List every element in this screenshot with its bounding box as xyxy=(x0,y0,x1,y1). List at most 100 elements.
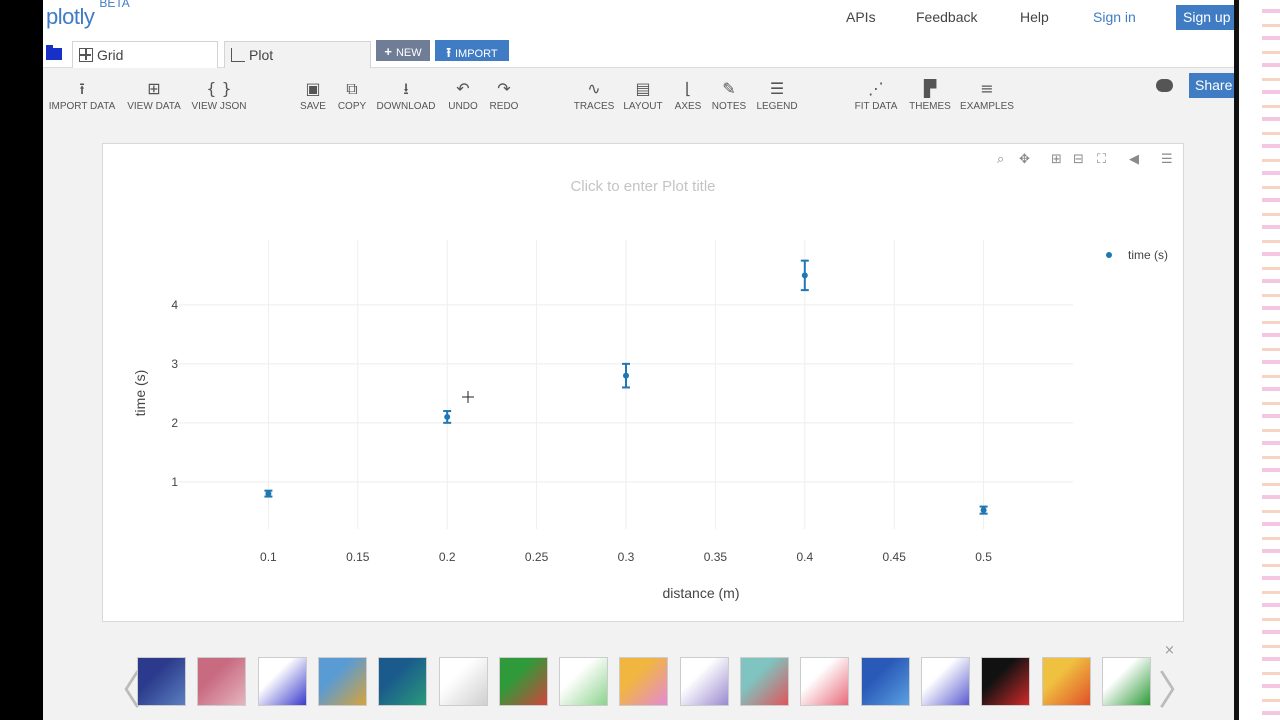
example-thumbnail-area-chart[interactable] xyxy=(137,657,186,706)
undo-button[interactable]: ↶ UNDO xyxy=(448,79,477,113)
sign-up-button[interactable]: Sign up xyxy=(1176,5,1234,30)
copy-icon: ⧉ xyxy=(346,79,358,98)
examples-icon: ≡ xyxy=(980,79,994,98)
download-icon: ⭳ xyxy=(403,79,409,98)
upload-icon: ⭱ xyxy=(79,79,85,98)
braces-icon: { } xyxy=(206,79,232,98)
save-icon: ▣ xyxy=(305,79,321,98)
save-button[interactable]: ▣ SAVE xyxy=(300,79,326,113)
layout-icon: ▤ xyxy=(635,79,651,98)
example-thumbnail-histogram-overlay[interactable] xyxy=(619,657,669,706)
example-thumbnail-bubble[interactable] xyxy=(800,657,850,706)
examples-gallery: × 〈 〉 xyxy=(43,638,1234,720)
new-button[interactable]: + NEW xyxy=(376,40,430,61)
x-axis-label: distance (m) xyxy=(662,585,739,601)
import-button[interactable]: ⭱ IMPORT xyxy=(435,40,509,61)
grid-icon xyxy=(79,48,93,62)
fit-data-icon: ⋰ xyxy=(868,79,884,98)
example-thumbnail-scatter-fit[interactable] xyxy=(679,657,729,706)
legend-button[interactable]: ☰ LEGEND xyxy=(756,79,797,113)
fit-data-button[interactable]: ⋰ FIT DATA xyxy=(855,79,898,113)
example-thumbnail-heatmap-small[interactable] xyxy=(1041,657,1091,706)
plotly-logo[interactable]: plotlyBETA xyxy=(46,0,130,30)
page-edge-strip xyxy=(1234,0,1239,720)
legend-marker xyxy=(1106,252,1112,258)
legend-icon: ☰ xyxy=(769,79,785,98)
plot-area[interactable]: Click to enter Plot title ⌕ ✥ ⊞ ⊟ ⛶ ◀ ☰ … xyxy=(102,143,1184,622)
plus-icon: + xyxy=(384,44,392,59)
view-data-button[interactable]: ⊞ VIEW DATA xyxy=(127,79,181,113)
example-thumbnail-line-marker[interactable] xyxy=(920,657,970,706)
x-tick-label: 0.45 xyxy=(883,550,907,564)
tab-plot[interactable]: Plot xyxy=(224,41,371,68)
view-json-button[interactable]: { } VIEW JSON xyxy=(191,79,246,113)
comment-icon[interactable] xyxy=(1156,79,1173,92)
share-button[interactable]: Share xyxy=(1189,73,1234,98)
y-axis-label: time (s) xyxy=(132,370,148,417)
example-thumbnail-contour[interactable] xyxy=(559,657,609,706)
x-tick-label: 0.3 xyxy=(618,550,635,564)
layout-button[interactable]: ▤ LAYOUT xyxy=(623,79,662,113)
copy-button[interactable]: ⧉ COPY xyxy=(338,79,366,113)
tab-grid-label: Grid xyxy=(97,47,124,63)
example-thumbnail-bar-error[interactable] xyxy=(740,657,789,706)
x-tick-label: 0.1 xyxy=(260,550,277,564)
tab-grid[interactable]: Grid xyxy=(72,41,218,68)
import-data-button[interactable]: ⭱ IMPORT DATA xyxy=(49,79,116,113)
example-thumbnail-scatter-fit-r2[interactable] xyxy=(1101,657,1151,706)
y-tick-label: 1 xyxy=(171,475,178,489)
x-tick-label: 0.4 xyxy=(796,550,813,564)
plotly-app: plotlyBETA APIs Feedback Help Sign in Si… xyxy=(43,0,1234,720)
x-tick-label: 0.5 xyxy=(975,550,992,564)
data-point xyxy=(265,490,272,497)
chevron-right-icon[interactable]: 〉 xyxy=(1158,658,1198,716)
chevron-left-icon[interactable]: 〈 xyxy=(101,658,141,716)
plot-icon xyxy=(231,48,245,62)
axes-icon: ⌊ xyxy=(684,79,692,98)
notes-button[interactable]: ✎ NOTES xyxy=(712,80,746,113)
download-button[interactable]: ⭳ DOWNLOAD xyxy=(377,79,436,113)
page-edge-dots xyxy=(1262,0,1280,720)
x-tick-label: 0.25 xyxy=(525,550,549,564)
x-tick-label: 0.2 xyxy=(439,550,456,564)
data-point xyxy=(623,372,629,379)
traces-icon: ∿ xyxy=(587,79,601,98)
x-tick-label: 0.15 xyxy=(346,550,370,564)
example-thumbnail-wind-rose[interactable] xyxy=(498,657,548,706)
close-icon[interactable]: × xyxy=(1164,643,1175,658)
example-thumbnail-box-plot[interactable] xyxy=(197,657,247,706)
redo-icon: ↷ xyxy=(497,79,511,98)
example-thumbnail-histogram[interactable] xyxy=(257,657,307,706)
redo-button[interactable]: ↷ REDO xyxy=(490,79,519,113)
y-tick-label: 4 xyxy=(171,298,178,312)
upload-icon: ⭱ xyxy=(446,45,451,60)
top-bar: plotlyBETA APIs Feedback Help Sign in Si… xyxy=(43,0,1234,38)
undo-icon: ↶ xyxy=(456,79,470,98)
nav-help[interactable]: Help xyxy=(1020,9,1049,25)
example-thumbnail-polar[interactable] xyxy=(438,657,488,706)
axes-button[interactable]: ⌊ AXES xyxy=(675,79,702,113)
example-thumbnail-heatmap-dense[interactable] xyxy=(860,657,910,706)
scatter-chart[interactable]: 0.1 0.15 0.2 0.25 0.3 0.35 0.4 0.45 0.5 1 2 3 4 dista… xyxy=(103,144,1185,623)
beta-badge: BETA xyxy=(99,0,130,10)
nav-feedback[interactable]: Feedback xyxy=(916,9,977,25)
y-tick-label: 2 xyxy=(171,416,178,430)
example-thumbnail-multi-line[interactable] xyxy=(981,657,1031,706)
y-tick-label: 3 xyxy=(171,357,178,371)
example-thumbnail-heatmap[interactable] xyxy=(317,657,367,706)
tab-bar: Grid Plot + NEW ⭱ IMPORT xyxy=(43,38,1234,68)
data-point xyxy=(801,272,808,279)
legend-entry: time (s) xyxy=(1128,248,1168,262)
folder-icon[interactable] xyxy=(46,45,62,60)
paint-roller-icon: ▛ xyxy=(923,79,937,98)
toolbar: ⭱ IMPORT DATA ⊞ VIEW DATA { } VIEW JSON ▣ SA… xyxy=(43,68,1234,123)
traces-button[interactable]: ∿ TRACES xyxy=(574,79,615,113)
x-tick-label: 0.35 xyxy=(704,550,728,564)
data-point xyxy=(980,507,987,514)
example-thumbnail-stacked-area[interactable] xyxy=(378,657,428,706)
themes-button[interactable]: ▛ THEMES xyxy=(909,79,951,113)
sign-in-link[interactable]: Sign in xyxy=(1093,9,1136,25)
nav-apis[interactable]: APIs xyxy=(846,9,876,25)
grid-icon: ⊞ xyxy=(147,79,161,98)
examples-button[interactable]: ≡ EXAMPLES xyxy=(960,79,1014,113)
